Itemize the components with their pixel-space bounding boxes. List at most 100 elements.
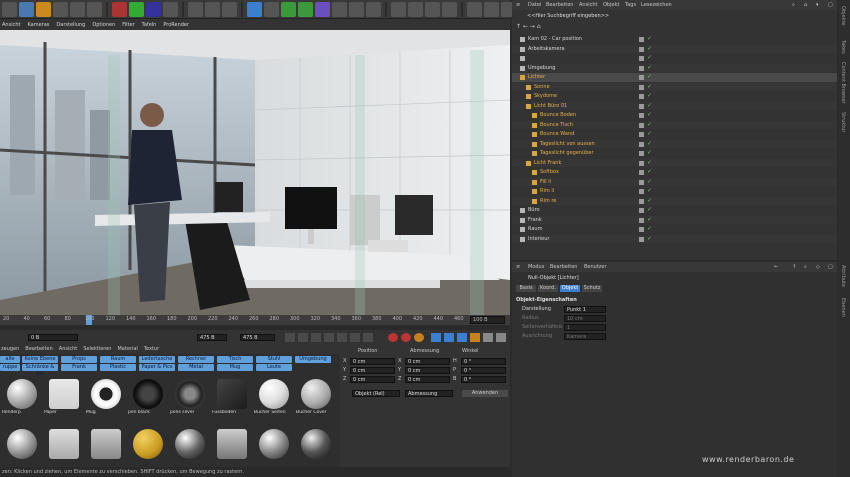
prev-frame-icon[interactable] [311,333,321,342]
undo-icon[interactable] [2,1,17,17]
render-picture-icon[interactable] [205,1,220,17]
tab-ebenen[interactable]: Ebenen [840,298,846,317]
enabled-check-icon[interactable]: ✓ [647,150,653,156]
enabled-check-icon[interactable]: ✓ [647,226,653,232]
pen-icon[interactable] [264,1,279,17]
material-tag-filter[interactable]: Rechner [178,356,214,363]
search-icon[interactable]: ⌕ [792,0,795,10]
camera-icon[interactable] [349,1,364,17]
enabled-check-icon[interactable]: ✓ [647,121,653,127]
enabled-check-icon[interactable]: ✓ [647,169,653,175]
enabled-check-icon[interactable]: ✓ [647,45,653,51]
move-icon[interactable] [19,1,34,17]
rotate-tool-icon[interactable] [70,1,85,17]
layer-checkbox-icon[interactable] [639,103,644,109]
material-swatch[interactable]: Bücher Seiten [254,377,294,415]
arrow-up-icon[interactable]: ↑ [516,23,521,30]
rotation-field[interactable]: 0 ° [461,358,506,365]
cube-icon[interactable] [247,1,262,17]
object-row[interactable]: Rim li ✓ [512,187,837,196]
world-coord-icon[interactable] [163,1,178,17]
layer-checkbox-icon[interactable] [639,198,644,204]
attr-tab[interactable]: Objekt [560,285,580,292]
size-field[interactable]: 0 cm [405,358,450,365]
layer-checkbox-icon[interactable] [639,141,644,147]
enabled-check-icon[interactable]: ✓ [647,74,653,80]
material-tag-filter[interactable]: Mug [217,364,253,371]
enabled-check-icon[interactable]: ✓ [647,83,653,89]
layer-checkbox-icon[interactable] [639,189,644,194]
pla-key-icon[interactable] [483,333,493,342]
move-tool-icon[interactable] [36,1,51,17]
subdivision-icon[interactable] [281,1,296,17]
material-tag-filter[interactable]: Tisch [217,356,253,363]
layer-checkbox-icon[interactable] [639,122,644,128]
menu-ansicht[interactable]: Ansicht [2,22,20,28]
filter-icon[interactable]: ▾ [816,0,819,10]
last-frame-icon[interactable] [363,333,373,342]
material-tag-filter[interactable]: Umgebung [295,356,331,363]
frame-end-field[interactable]: 100 B [470,316,505,324]
object-row[interactable]: Frank ✓ [512,215,837,224]
layer-checkbox-icon[interactable] [639,217,644,223]
tab-objekte[interactable]: Objekte [840,6,846,26]
material-swatch[interactable]: Renderp [2,377,42,415]
material-tag-filter[interactable]: Frank [61,364,97,371]
end-frame-field[interactable]: 475 B [240,334,275,341]
menu-bearbeiten[interactable]: Bearbeiten [546,0,573,10]
material-swatch[interactable] [44,427,84,461]
layer-checkbox-icon[interactable] [639,151,644,156]
keyframe-selection-icon[interactable] [414,333,424,342]
workplane-icon[interactable] [484,1,499,17]
layer-checkbox-icon[interactable] [639,75,644,80]
rotation-key-icon[interactable] [457,333,467,342]
objmgr-menu-icon[interactable]: ≡ [516,0,520,10]
menu-lesezeichen[interactable]: Lesezeichen [641,0,672,10]
next-key-icon[interactable] [350,333,360,342]
object-row[interactable]: Arbeitskamera ✓ [512,44,837,53]
timeline-menu-icon[interactable] [496,333,506,342]
next-frame-icon[interactable] [337,333,347,342]
arrow-left-icon[interactable]: ← [523,23,528,30]
object-row[interactable]: Softbox ✓ [512,168,837,177]
size-field[interactable]: 0 cm [405,367,450,374]
light-icon[interactable] [366,1,381,17]
current-frame-field[interactable]: 475 B [197,334,227,341]
search-icon[interactable]: ⌕ [804,262,807,272]
material-swatch[interactable]: Fussboden [212,377,252,415]
enabled-check-icon[interactable]: ✓ [647,93,653,99]
size-mode-select[interactable]: Abmessung [405,390,453,397]
enabled-check-icon[interactable]: ✓ [647,188,653,194]
rotation-field[interactable]: 0 ° [461,367,506,374]
material-swatch[interactable] [254,427,294,461]
material-swatch[interactable]: Mug [86,377,126,415]
layer-checkbox-icon[interactable] [639,84,644,90]
new-window-icon[interactable]: ▢ [828,0,833,10]
material-swatch[interactable] [212,427,252,461]
tab-struktur[interactable]: Struktur [840,112,846,132]
model-mode-icon[interactable] [391,1,406,17]
menu-prorender[interactable]: ProRender [163,22,189,28]
object-row[interactable]: Sonne ✓ [512,82,837,91]
cloner-icon[interactable] [298,1,313,17]
layer-checkbox-icon[interactable] [639,236,644,242]
timeline-ruler[interactable]: 100 B 20 40 60 80 100 120 140 160 180 200 220 240 26… [0,315,510,325]
search-input[interactable]: <<Hier Suchbegriff eingeben>> [527,12,827,20]
material-tag-filter[interactable]: Plastic [100,364,136,371]
prev-key-icon[interactable] [298,333,308,342]
menu-kameras[interactable]: Kameras [27,22,49,28]
material-swatch[interactable]: Bücher Cover [296,377,336,415]
tab-content-browser[interactable]: Content Browser [840,62,846,104]
tab-attribute[interactable]: Attribute [840,265,846,287]
viewport[interactable] [0,30,510,315]
material-tag-filter[interactable]: Keine Ebene [22,356,58,363]
layer-checkbox-icon[interactable] [639,46,644,52]
menu-ansicht[interactable]: Ansicht [59,345,77,354]
object-row[interactable]: Bounce Tisch ✓ [512,120,837,129]
material-tag-filter[interactable]: Ledertasche [139,356,175,363]
recent-tool-icon[interactable] [87,1,102,17]
object-row[interactable]: Lichter ✓ [512,73,837,82]
apply-button[interactable]: Anwenden [462,390,508,397]
material-tag-filter[interactable]: alle [0,356,20,363]
attr-prop-value[interactable]: 1 [564,324,606,331]
